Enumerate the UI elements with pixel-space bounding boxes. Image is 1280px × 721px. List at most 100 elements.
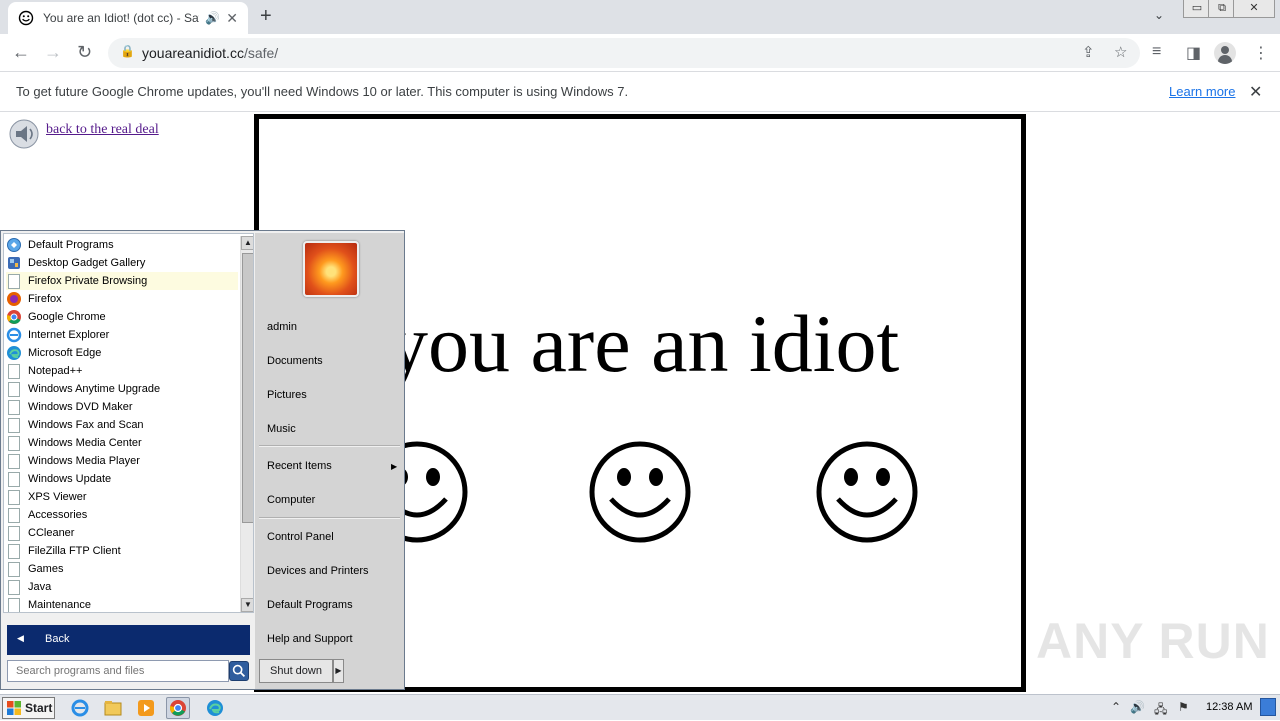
edge-taskbar-button[interactable] bbox=[203, 697, 227, 719]
volume-icon[interactable]: 🔊 bbox=[1130, 700, 1145, 714]
program-label: Google Chrome bbox=[28, 311, 106, 323]
program-item[interactable]: Windows DVD Maker bbox=[6, 398, 238, 416]
music-link[interactable]: Music bbox=[267, 423, 296, 435]
chrome-taskbar-button[interactable] bbox=[166, 697, 190, 719]
media-control-icon[interactable]: ≡ bbox=[1152, 43, 1161, 61]
explorer-taskbar-button[interactable] bbox=[101, 697, 125, 719]
bookmark-star-icon[interactable]: ☆ bbox=[1114, 43, 1127, 61]
back-triangle-icon: ◀ bbox=[17, 633, 24, 643]
back-to-real-deal-link[interactable]: back to the real deal bbox=[46, 122, 159, 138]
submenu-arrow-icon: ▶ bbox=[391, 462, 398, 471]
file-icon bbox=[8, 381, 20, 397]
forward-arrow-icon[interactable]: → bbox=[44, 42, 62, 62]
shut-down-button[interactable]: Shut down bbox=[259, 659, 333, 683]
tray-expand-icon[interactable]: ⌃ bbox=[1111, 700, 1121, 714]
program-item[interactable]: Firefox Private Browsing bbox=[6, 272, 238, 290]
new-tab-button[interactable]: + bbox=[260, 6, 272, 26]
program-item[interactable]: CCleaner bbox=[6, 524, 238, 542]
program-item[interactable]: Windows Update bbox=[6, 470, 238, 488]
control-panel-link[interactable]: Control Panel bbox=[267, 531, 334, 543]
file-icon bbox=[8, 363, 20, 379]
program-item[interactable]: FileZilla FTP Client bbox=[6, 542, 238, 560]
file-icon bbox=[8, 417, 20, 433]
speaker-icon[interactable] bbox=[8, 118, 40, 150]
ie-taskbar-button[interactable] bbox=[68, 697, 92, 719]
action-center-flag-icon[interactable]: ⚑ bbox=[1178, 700, 1189, 714]
url-text[interactable]: youareanidiot.cc/safe/ bbox=[142, 45, 278, 61]
program-item[interactable]: Accessories bbox=[6, 506, 238, 524]
edge-icon bbox=[207, 700, 223, 716]
speaker-icon[interactable]: 🔊 bbox=[205, 11, 220, 25]
infobar-close-icon[interactable]: ✕ bbox=[1249, 82, 1262, 102]
scroll-thumb[interactable] bbox=[242, 253, 253, 523]
program-item[interactable]: Windows Anytime Upgrade bbox=[6, 380, 238, 398]
devices-printers-link[interactable]: Devices and Printers bbox=[267, 565, 369, 577]
infobar-message: To get future Google Chrome updates, you… bbox=[16, 84, 629, 99]
tab-close-icon[interactable]: ✕ bbox=[226, 10, 238, 27]
anyrun-watermark: ANY RUN bbox=[1036, 613, 1270, 669]
minimize-button[interactable]: ▭ bbox=[1183, 0, 1211, 18]
search-field[interactable] bbox=[7, 660, 229, 682]
learn-more-link[interactable]: Learn more bbox=[1169, 84, 1235, 99]
file-icon bbox=[8, 273, 20, 289]
media-player-taskbar-button[interactable] bbox=[134, 697, 158, 719]
program-item[interactable]: Maintenance bbox=[6, 596, 238, 612]
program-label: Notepad++ bbox=[28, 365, 83, 377]
tab-title: You are an Idiot! (dot cc) - Safe bbox=[43, 11, 200, 25]
start-button[interactable]: Start bbox=[2, 697, 55, 719]
network-icon[interactable]: 🖧 bbox=[1154, 700, 1167, 721]
url-path: /safe/ bbox=[243, 45, 279, 61]
file-icon bbox=[8, 579, 20, 595]
program-item[interactable]: Default Programs bbox=[6, 236, 238, 254]
program-item[interactable]: Windows Media Center bbox=[6, 434, 238, 452]
program-item[interactable]: XPS Viewer bbox=[6, 488, 238, 506]
file-icon bbox=[8, 399, 20, 415]
search-input[interactable] bbox=[8, 661, 228, 681]
program-item[interactable]: Windows Fax and Scan bbox=[6, 416, 238, 434]
program-label: Default Programs bbox=[28, 239, 114, 251]
program-item[interactable]: Desktop Gadget Gallery bbox=[6, 254, 238, 272]
address-bar[interactable]: 🔒 youareanidiot.cc/safe/ ⇪ ☆ bbox=[108, 38, 1140, 68]
programs-scrollbar[interactable]: ▲ ▼ bbox=[240, 236, 253, 612]
reload-icon[interactable]: ↻ bbox=[77, 42, 92, 62]
scroll-down-icon[interactable]: ▼ bbox=[241, 598, 253, 612]
program-item[interactable]: Firefox bbox=[6, 290, 238, 308]
computer-link[interactable]: Computer bbox=[267, 494, 315, 506]
program-label: Java bbox=[28, 581, 52, 593]
program-item[interactable]: Games bbox=[6, 560, 238, 578]
pictures-link[interactable]: Pictures bbox=[267, 389, 307, 401]
shutdown-options-arrow-icon[interactable]: ▶ bbox=[333, 659, 344, 683]
tab-search-chevron-icon[interactable]: ⌄ bbox=[1154, 8, 1164, 22]
more-menu-icon[interactable]: ⋮ bbox=[1253, 43, 1269, 63]
default-programs-link[interactable]: Default Programs bbox=[267, 599, 353, 611]
program-item[interactable]: Microsoft Edge bbox=[6, 344, 238, 362]
help-support-link[interactable]: Help and Support bbox=[267, 633, 353, 645]
program-label: Windows Media Center bbox=[28, 437, 142, 449]
program-item[interactable]: Windows Media Player bbox=[6, 452, 238, 470]
back-button[interactable]: ◀ Back bbox=[7, 625, 250, 655]
lock-icon[interactable]: 🔒 bbox=[120, 44, 135, 58]
program-label: FileZilla FTP Client bbox=[28, 545, 121, 557]
user-picture-flower[interactable] bbox=[303, 241, 359, 297]
clock[interactable]: 12:38 AM bbox=[1206, 701, 1252, 713]
program-item[interactable]: Notepad++ bbox=[6, 362, 238, 380]
search-icon[interactable] bbox=[229, 661, 249, 681]
back-arrow-icon[interactable]: ← bbox=[12, 42, 30, 62]
recent-items-link[interactable]: Recent Items bbox=[267, 460, 332, 472]
program-item[interactable]: Google Chrome bbox=[6, 308, 238, 326]
restore-button[interactable]: ⧉ bbox=[1208, 0, 1236, 18]
browser-tab[interactable]: You are an Idiot! (dot cc) - Safe 🔊 ✕ bbox=[8, 2, 248, 34]
share-icon[interactable]: ⇪ bbox=[1082, 43, 1095, 61]
start-right-pane: admin Documents Pictures Music Recent It… bbox=[255, 233, 404, 689]
scroll-up-icon[interactable]: ▲ bbox=[241, 236, 253, 250]
side-panel-icon[interactable]: ◨ bbox=[1186, 43, 1201, 63]
program-label: CCleaner bbox=[28, 527, 75, 539]
user-name-link[interactable]: admin bbox=[267, 321, 297, 333]
profile-avatar-icon[interactable] bbox=[1214, 42, 1236, 64]
program-item[interactable]: Internet Explorer bbox=[6, 326, 238, 344]
window-close-button[interactable]: ✕ bbox=[1233, 0, 1275, 18]
show-desktop-button[interactable] bbox=[1260, 698, 1276, 716]
program-item[interactable]: Java bbox=[6, 578, 238, 596]
program-label: Microsoft Edge bbox=[28, 347, 102, 359]
documents-link[interactable]: Documents bbox=[267, 355, 323, 367]
